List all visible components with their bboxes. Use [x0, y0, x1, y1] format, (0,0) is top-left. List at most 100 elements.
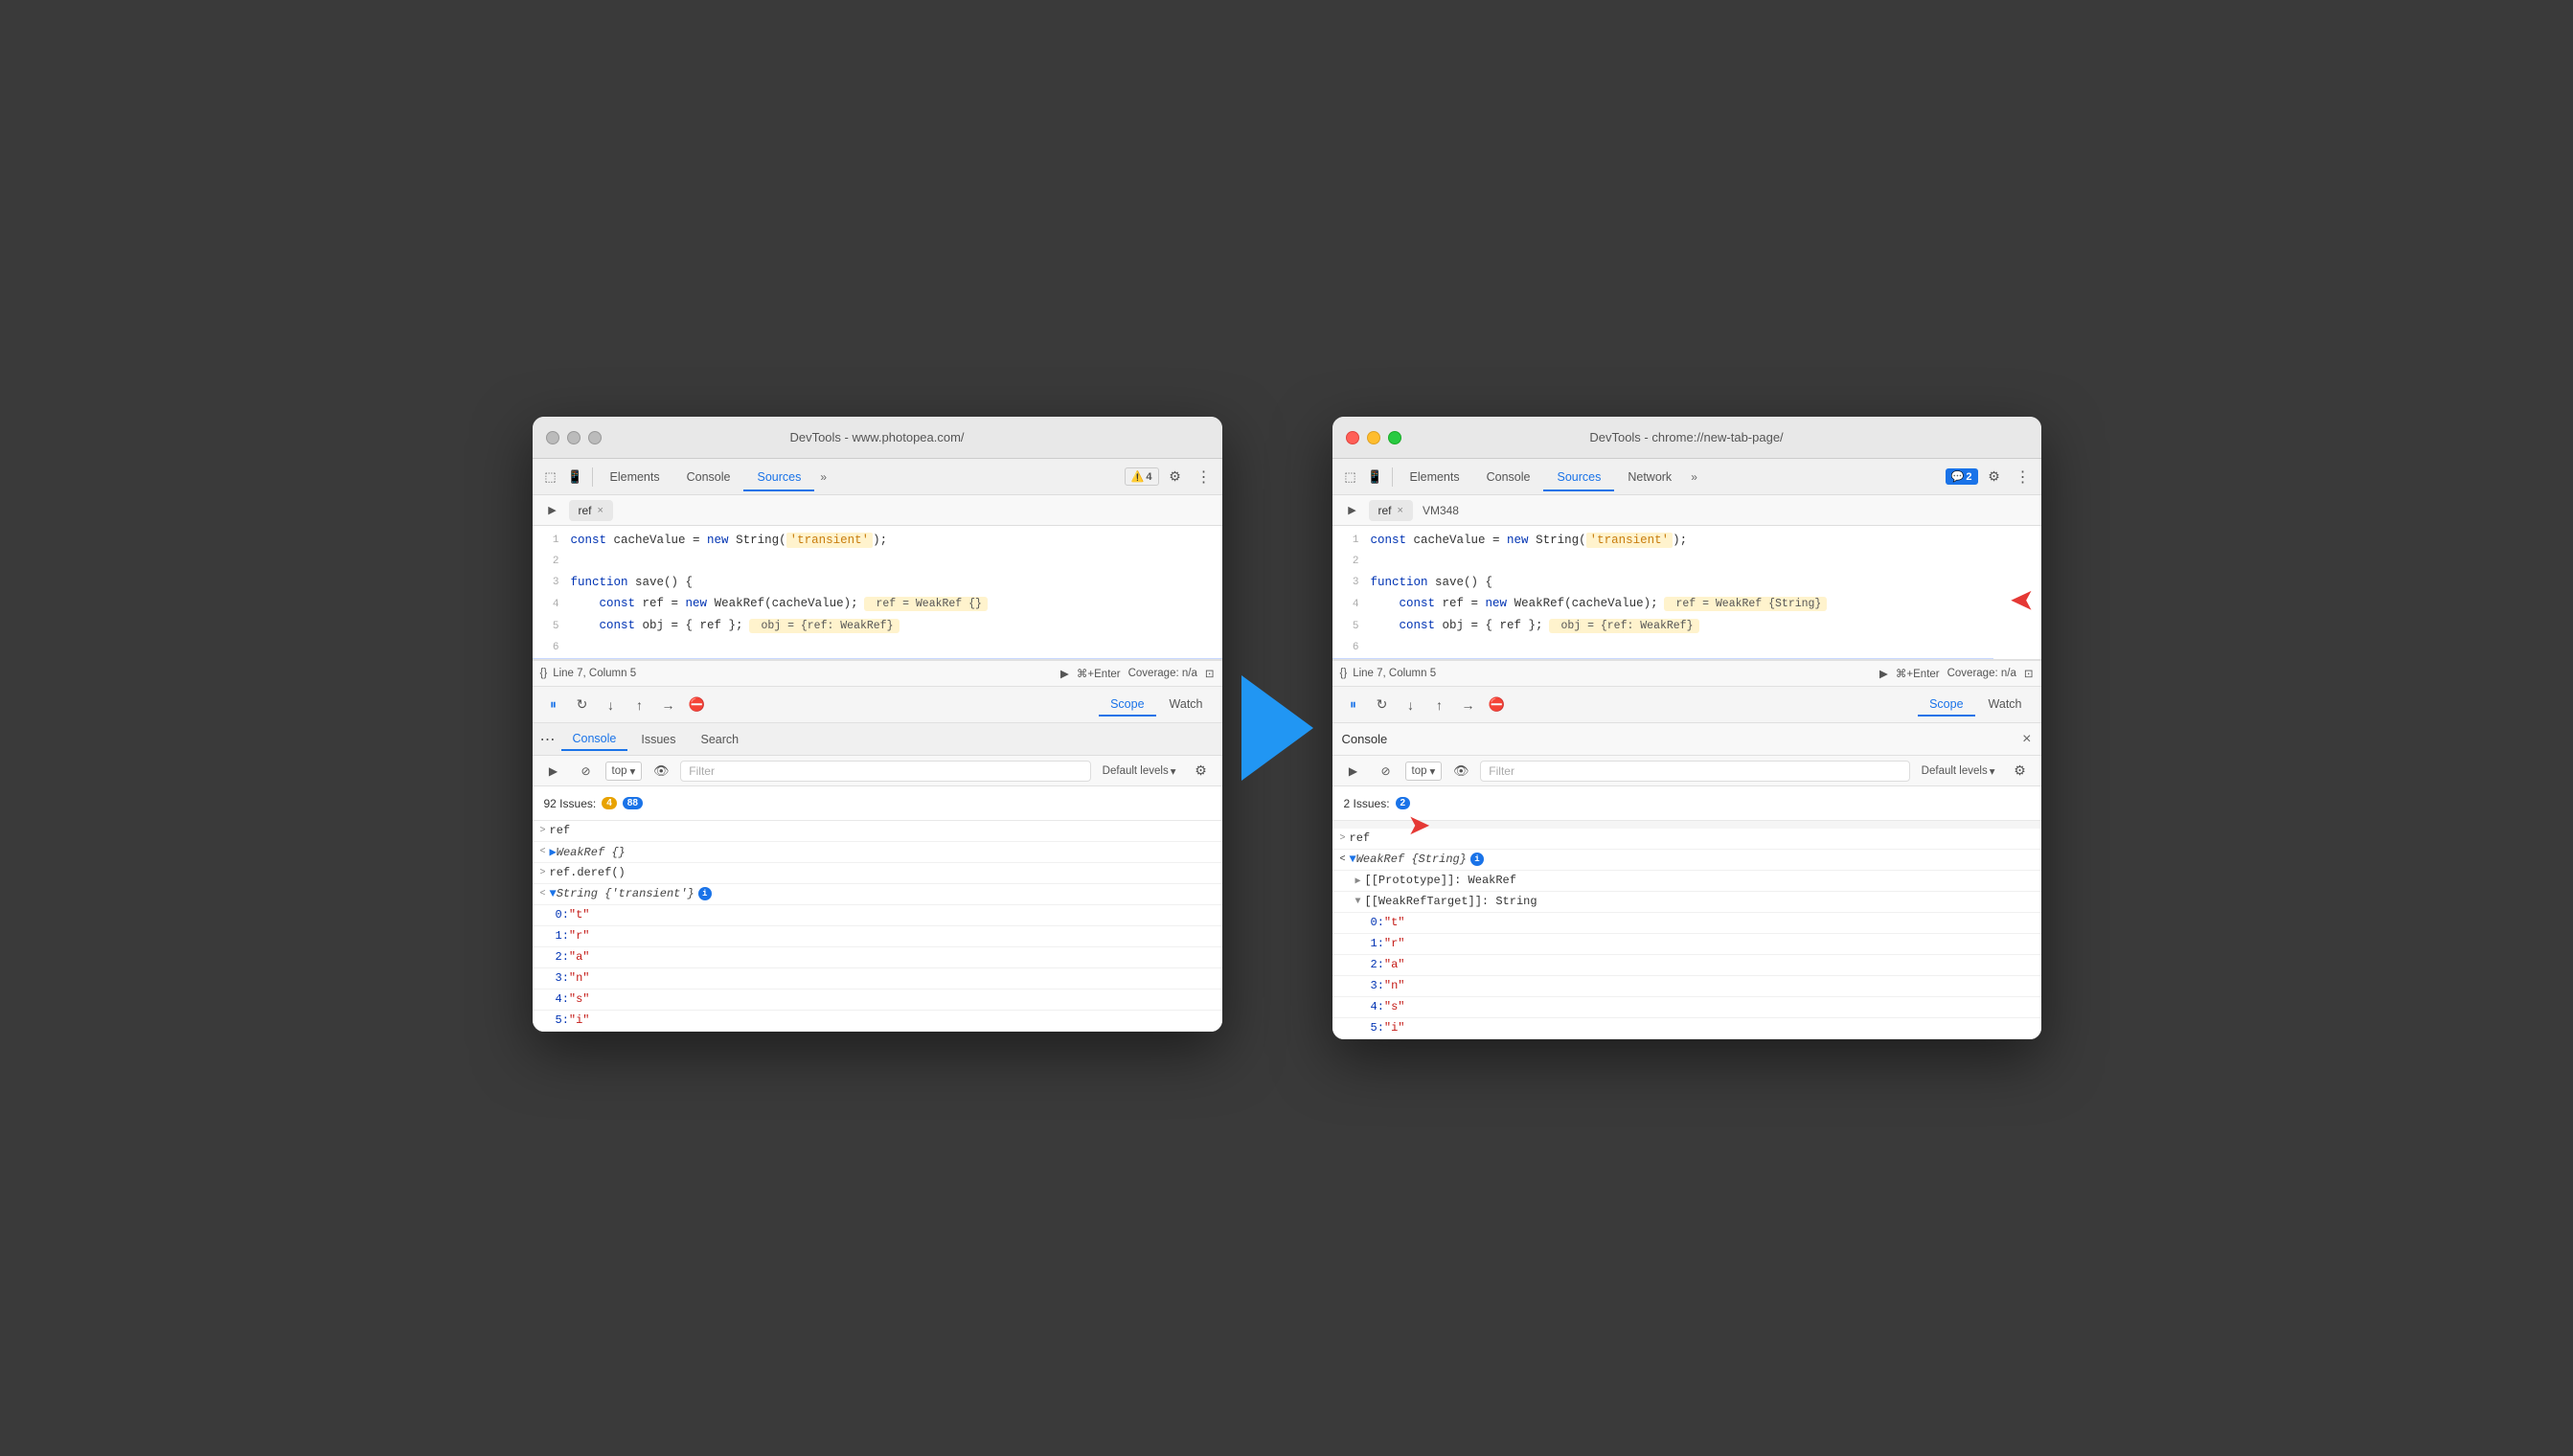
- status-position: Line 7, Column 5: [553, 668, 636, 679]
- right-scope-tab[interactable]: Scope: [1918, 694, 1974, 717]
- right-close-button[interactable]: [1346, 431, 1359, 444]
- right-step-out-btn[interactable]: ↑: [1426, 692, 1453, 718]
- levels-arrow: ▾: [1171, 764, 1176, 778]
- toolbar-separator: [592, 467, 593, 487]
- right-toolbar-separator: [1392, 467, 1393, 487]
- console-row-5: 0: "t": [533, 905, 1222, 926]
- deactivate-btn[interactable]: ⛔: [684, 692, 711, 718]
- warning-icon: ⚠️: [1131, 470, 1145, 483]
- right-tab-sources[interactable]: Sources: [1543, 465, 1614, 491]
- file-tab-ref-label: ref: [579, 504, 592, 517]
- clear-console-btn[interactable]: ▶: [540, 758, 567, 785]
- step-btn[interactable]: →: [655, 692, 682, 718]
- right-run-shortcut: ⌘+Enter: [1896, 667, 1940, 680]
- right-device-icon[interactable]: 📱: [1363, 465, 1388, 489]
- right-file-tab-ref-close[interactable]: ×: [1398, 505, 1403, 516]
- eye-icon[interactable]: 👁: [648, 758, 674, 785]
- right-more-icon[interactable]: ⋮: [2011, 465, 2036, 489]
- step-out-btn[interactable]: ↑: [626, 692, 653, 718]
- right-file-tab-vm[interactable]: VM348: [1413, 500, 1469, 521]
- code-line-1: 1 const cacheValue = new String('transie…: [533, 530, 1222, 551]
- left-badge-count: 4: [1146, 471, 1151, 483]
- right-no-icon[interactable]: ⊘: [1373, 758, 1400, 785]
- right-run-icon[interactable]: ▶: [1340, 498, 1365, 523]
- code-line-6: 6: [533, 637, 1222, 658]
- right-console-settings-icon[interactable]: ⚙: [2007, 758, 2034, 785]
- left-debug-toolbar: ⏸ ↻ ↓ ↑ → ⛔ Scope Watch: [533, 687, 1222, 723]
- run-code-icon[interactable]: ▶: [540, 498, 565, 523]
- settings-icon[interactable]: ⚙: [1163, 465, 1188, 489]
- right-status-position: Line 7, Column 5: [1353, 668, 1436, 679]
- right-tab-console[interactable]: Console: [1473, 465, 1544, 489]
- tab-console[interactable]: Console: [673, 465, 744, 489]
- scope-tab[interactable]: Scope: [1099, 694, 1155, 717]
- right-console-filter-input[interactable]: [1480, 761, 1909, 782]
- step-into-btn[interactable]: ↓: [598, 692, 625, 718]
- step-over-btn[interactable]: ↻: [569, 692, 596, 718]
- right-clear-btn[interactable]: ▶: [1340, 758, 1367, 785]
- right-step-btn[interactable]: →: [1455, 692, 1482, 718]
- right-levels-arrow: ▾: [1990, 764, 1995, 778]
- tab-sources[interactable]: Sources: [743, 465, 814, 491]
- right-step-over-btn[interactable]: ↻: [1369, 692, 1396, 718]
- right-minimize-button[interactable]: [1367, 431, 1380, 444]
- run-shortcut: ⌘+Enter: [1077, 667, 1121, 680]
- blue-arrow: [1241, 675, 1313, 781]
- right-console-row-1: > ref: [1332, 829, 2041, 850]
- top-selector[interactable]: top ▾: [605, 762, 643, 781]
- left-title-bar: DevTools - www.photopea.com/: [533, 417, 1222, 459]
- right-eye-icon[interactable]: 👁: [1447, 758, 1474, 785]
- pause-btn[interactable]: ⏸: [540, 692, 567, 718]
- dot-menu-icon[interactable]: ⋯: [540, 730, 556, 749]
- right-more-tabs[interactable]: »: [1685, 466, 1703, 488]
- coverage-icon[interactable]: ⊡: [1205, 667, 1215, 680]
- issues-tab[interactable]: Issues: [629, 729, 687, 750]
- close-button[interactable]: [546, 431, 559, 444]
- right-maximize-button[interactable]: [1388, 431, 1401, 444]
- levels-label: Default levels: [1103, 765, 1169, 777]
- right-traffic-lights: [1346, 431, 1401, 444]
- red-arrow-issues: ➤: [1409, 810, 1430, 840]
- right-inspect-icon[interactable]: ⬚: [1338, 465, 1363, 489]
- run-icon[interactable]: ▶: [1060, 667, 1069, 680]
- right-tab-elements[interactable]: Elements: [1397, 465, 1473, 489]
- device-icon[interactable]: 📱: [563, 465, 588, 489]
- tab-elements[interactable]: Elements: [597, 465, 673, 489]
- right-top-selector[interactable]: top ▾: [1405, 762, 1443, 781]
- more-icon[interactable]: ⋮: [1192, 465, 1217, 489]
- right-run-icon[interactable]: ▶: [1879, 667, 1888, 680]
- red-arrow-code: ➤: [2011, 585, 2033, 617]
- right-watch-tab[interactable]: Watch: [1977, 694, 2034, 717]
- inspect-icon[interactable]: ⬚: [538, 465, 563, 489]
- file-tab-close[interactable]: ×: [598, 505, 603, 516]
- right-settings-icon[interactable]: ⚙: [1982, 465, 2007, 489]
- console-row-6: 1: "r": [533, 926, 1222, 947]
- console-filter-input[interactable]: [680, 761, 1090, 782]
- minimize-button[interactable]: [567, 431, 581, 444]
- console-tab[interactable]: Console: [561, 728, 628, 751]
- code-line-4: 4 const ref = new WeakRef(cacheValue); r…: [533, 593, 1222, 615]
- left-console-toolbar: ▶ ⊘ top ▾ 👁 Default levels ▾ ⚙: [533, 756, 1222, 786]
- right-tab-network[interactable]: Network: [1614, 465, 1685, 489]
- right-pause-btn[interactable]: ⏸: [1340, 692, 1367, 718]
- left-traffic-lights: [546, 431, 602, 444]
- blue-arrow-container: [1241, 675, 1313, 781]
- watch-tab[interactable]: Watch: [1158, 694, 1215, 717]
- right-console-close[interactable]: ×: [2022, 731, 2031, 748]
- right-file-tab-bar: ▶ ref × VM348: [1332, 495, 2041, 526]
- right-coverage-icon[interactable]: ⊡: [2024, 667, 2034, 680]
- right-file-tab-ref[interactable]: ref ×: [1369, 500, 1413, 521]
- search-tab[interactable]: Search: [690, 729, 751, 750]
- more-tabs[interactable]: »: [814, 466, 832, 488]
- right-step-into-btn[interactable]: ↓: [1398, 692, 1424, 718]
- levels-dropdown[interactable]: Default levels ▾: [1097, 762, 1182, 780]
- maximize-button[interactable]: [588, 431, 602, 444]
- file-tab-ref[interactable]: ref ×: [569, 500, 613, 521]
- right-console-row-3: ▶ [[Prototype]]: WeakRef: [1332, 871, 2041, 892]
- right-deactivate-btn[interactable]: ⛔: [1484, 692, 1511, 718]
- right-code-line-3: 3 function save() {: [1332, 572, 1993, 593]
- console-settings-icon[interactable]: ⚙: [1188, 758, 1215, 785]
- right-levels-dropdown[interactable]: Default levels ▾: [1916, 762, 2001, 780]
- right-code-line-6: 6: [1332, 637, 1993, 658]
- no-icon[interactable]: ⊘: [573, 758, 600, 785]
